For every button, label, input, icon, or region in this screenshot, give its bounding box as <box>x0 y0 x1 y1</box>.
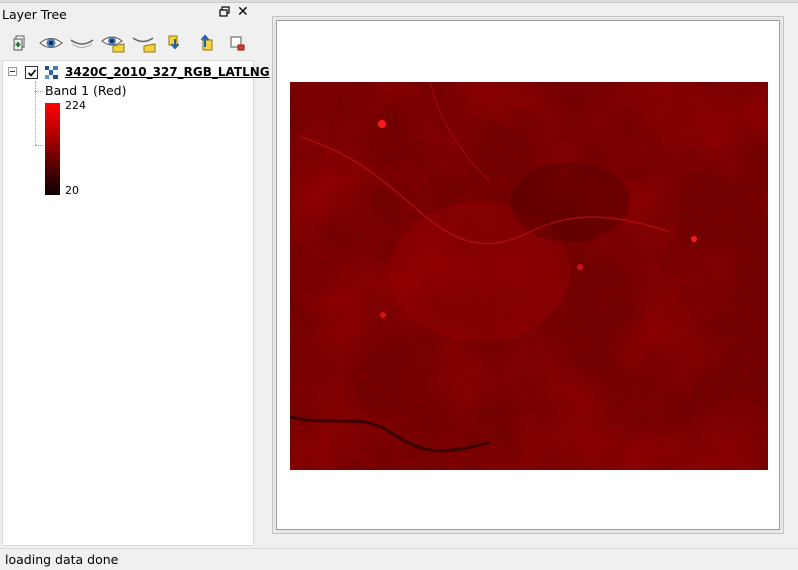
tree-connector <box>35 91 43 92</box>
float-dock-icon[interactable] <box>219 6 231 18</box>
dock-title: Layer Tree <box>2 7 67 22</box>
show-all-button[interactable] <box>35 31 66 55</box>
ramp-max-value: 224 <box>65 99 86 112</box>
eye-closed-icon <box>70 39 93 48</box>
layer-tree-dock: Layer Tree ✕ 3420C_2010_327_RGB_LATLNG B… <box>0 3 270 546</box>
layer-name[interactable]: 3420C_2010_327_RGB_LATLNG <box>65 65 270 79</box>
collapse-toggle[interactable] <box>8 67 17 76</box>
move-up-icon <box>200 34 212 51</box>
move-layer-up-button[interactable] <box>190 31 221 55</box>
map-canvas[interactable] <box>276 20 780 530</box>
raster-image <box>290 82 768 470</box>
checkmark-icon <box>27 69 37 77</box>
raster-layer-icon <box>45 66 58 79</box>
band-label: Band 1 (Red) <box>45 83 127 98</box>
status-bar: loading data done <box>0 548 798 570</box>
move-down-icon <box>168 35 179 50</box>
status-message: loading data done <box>5 552 119 567</box>
add-layer-icon <box>13 35 24 51</box>
move-layer-down-button[interactable] <box>159 31 190 55</box>
close-dock-icon[interactable]: ✕ <box>237 4 249 20</box>
remove-layer-button[interactable] <box>221 31 252 55</box>
remove-layer-icon <box>230 36 244 51</box>
eye-layer-icon <box>100 36 124 53</box>
color-ramp <box>45 103 60 195</box>
eye-closed-layer-icon <box>132 37 155 53</box>
show-selected-button[interactable] <box>97 31 128 55</box>
hide-all-button[interactable] <box>66 31 97 55</box>
layer-toolbar <box>4 30 252 56</box>
hide-selected-button[interactable] <box>128 31 159 55</box>
layer-visibility-checkbox[interactable] <box>25 66 38 79</box>
layer-tree: 3420C_2010_327_RGB_LATLNG Band 1 (Red) 2… <box>2 60 270 546</box>
eye-icon <box>38 38 63 48</box>
add-layer-button[interactable] <box>4 31 35 55</box>
tree-connector <box>35 145 43 146</box>
ramp-min-value: 20 <box>65 184 79 197</box>
